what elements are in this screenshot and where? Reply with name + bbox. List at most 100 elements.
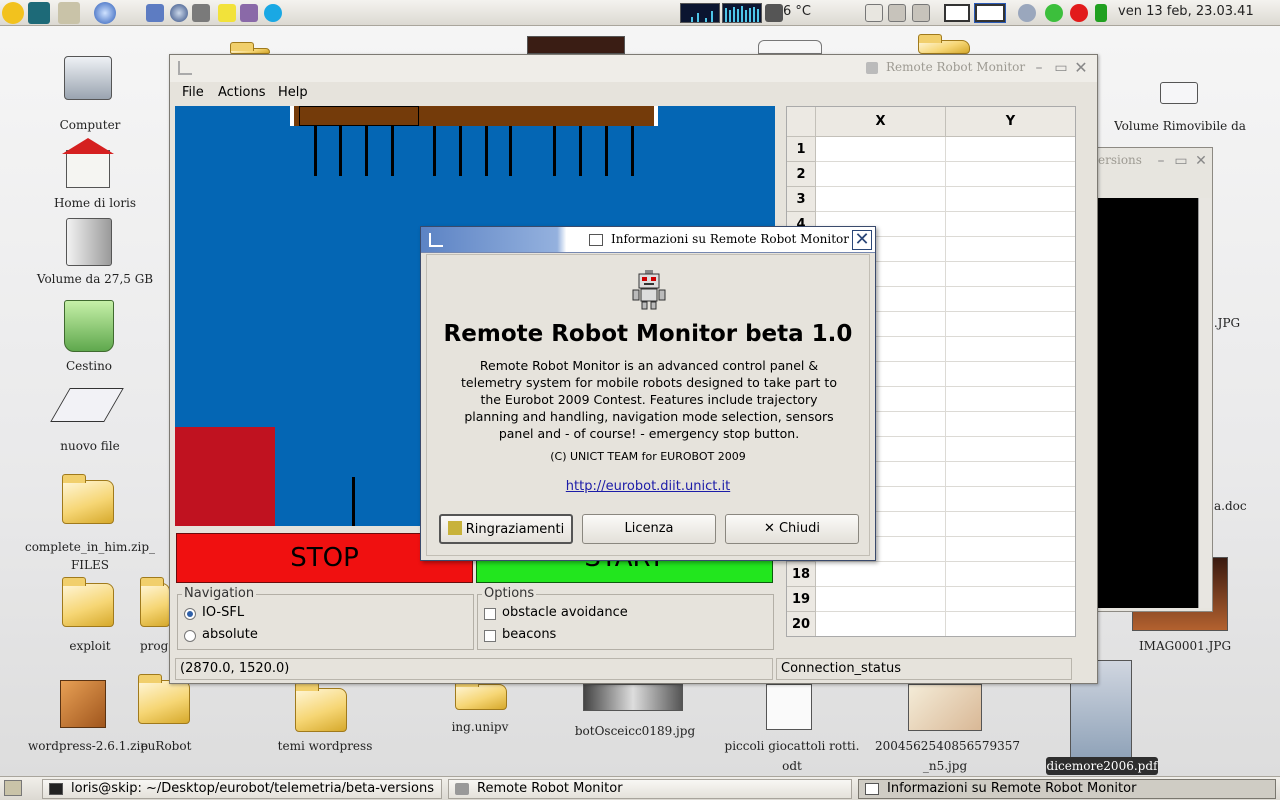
desktop-icon-label[interactable]: a.doc bbox=[1214, 497, 1247, 515]
table-cell[interactable] bbox=[816, 587, 946, 612]
title-bar[interactable]: Remote Robot Monitor – ▭ ✕ bbox=[170, 55, 1097, 82]
radio-io-sfl[interactable] bbox=[184, 608, 196, 620]
checkbox-label[interactable]: beacons bbox=[502, 627, 556, 642]
column-header-x[interactable]: X bbox=[816, 107, 946, 137]
folder-icon[interactable] bbox=[140, 577, 170, 627]
desktop-icon-label[interactable]: dicemore2006.pdf bbox=[1046, 757, 1158, 775]
table-cell[interactable] bbox=[946, 537, 1075, 562]
close-button[interactable]: ✕ bbox=[1074, 60, 1088, 76]
row-header[interactable]: 3 bbox=[787, 187, 816, 212]
scrollbar[interactable] bbox=[1198, 198, 1212, 608]
folder-icon[interactable] bbox=[918, 34, 970, 54]
table-cell[interactable] bbox=[946, 512, 1075, 537]
row-header[interactable]: 1 bbox=[787, 137, 816, 162]
maximize-button[interactable]: ▭ bbox=[1174, 154, 1188, 168]
table-cell[interactable] bbox=[946, 212, 1075, 237]
table-cell[interactable] bbox=[946, 362, 1075, 387]
table-cell[interactable] bbox=[946, 187, 1075, 212]
desktop-icon-label[interactable]: odt bbox=[772, 757, 812, 775]
close-dialog-button[interactable]: ✕ Chiudi bbox=[725, 514, 859, 544]
editor-launcher-icon[interactable] bbox=[146, 4, 164, 22]
stop-status-icon[interactable] bbox=[1070, 4, 1088, 22]
table-cell[interactable] bbox=[946, 462, 1075, 487]
zip-archive-icon[interactable] bbox=[60, 680, 106, 728]
desktop-icon-label[interactable]: IMAG0001.JPG bbox=[1130, 637, 1240, 655]
workspace-icon[interactable] bbox=[865, 4, 883, 22]
drive-icon[interactable] bbox=[66, 218, 112, 266]
credits-button[interactable]: Ringraziamenti bbox=[439, 514, 573, 544]
folder-icon[interactable] bbox=[455, 678, 507, 710]
checkbox-beacons[interactable] bbox=[484, 630, 496, 642]
close-button[interactable]: ✕ bbox=[852, 230, 872, 250]
table-cell[interactable] bbox=[816, 562, 946, 587]
desktop-icon-label[interactable]: exploit bbox=[60, 637, 120, 655]
file-manager-launcher-icon[interactable] bbox=[58, 2, 80, 24]
workspace-switcher-1[interactable] bbox=[944, 4, 970, 22]
computer-icon[interactable] bbox=[64, 56, 112, 100]
sticky-notes-launcher-icon[interactable] bbox=[218, 4, 236, 22]
desktop-icon[interactable] bbox=[758, 40, 822, 54]
table-cell[interactable] bbox=[946, 137, 1075, 162]
radio-label[interactable]: IO-SFL bbox=[202, 605, 244, 620]
minimize-button[interactable]: – bbox=[1154, 154, 1168, 168]
desktop-icon-label[interactable]: _n5.jpg bbox=[920, 757, 970, 775]
applet-icon[interactable] bbox=[888, 4, 906, 22]
table-cell[interactable] bbox=[946, 487, 1075, 512]
folder-icon[interactable] bbox=[138, 674, 190, 724]
desktop-icon-label[interactable]: euRobot bbox=[136, 737, 196, 755]
dialog-title-bar[interactable]: Informazioni su Remote Robot Monitor ✕ bbox=[421, 227, 875, 253]
removable-drive-icon[interactable] bbox=[1160, 82, 1198, 104]
photo-thumbnail[interactable] bbox=[583, 684, 683, 711]
table-cell[interactable] bbox=[946, 437, 1075, 462]
desktop-icon-label[interactable]: temi wordpress bbox=[270, 737, 380, 755]
desktop-icon-label[interactable]: 2004562540856579357 bbox=[875, 737, 1020, 755]
trash-icon[interactable] bbox=[64, 300, 114, 352]
close-button[interactable]: ✕ bbox=[1194, 154, 1208, 168]
row-header[interactable]: 2 bbox=[787, 162, 816, 187]
row-header[interactable]: 19 bbox=[787, 587, 816, 612]
desktop-icon-label[interactable]: prog bbox=[140, 637, 170, 655]
gimp-launcher-icon[interactable] bbox=[240, 4, 258, 22]
skype-launcher-icon[interactable] bbox=[264, 4, 282, 22]
desktop-icon-label[interactable]: piccoli giocattoli rotti. bbox=[722, 737, 862, 755]
applet-icon[interactable] bbox=[912, 4, 930, 22]
minimize-button[interactable]: – bbox=[1032, 61, 1046, 75]
table-cell[interactable] bbox=[946, 412, 1075, 437]
row-header[interactable]: 18 bbox=[787, 562, 816, 587]
table-cell[interactable] bbox=[816, 137, 946, 162]
taskbar-item-about-dialog[interactable]: Informazioni su Remote Robot Monitor bbox=[858, 779, 1276, 799]
browser-launcher-icon[interactable] bbox=[94, 2, 116, 24]
checkbox-obstacle-avoidance[interactable] bbox=[484, 608, 496, 620]
menu-help[interactable]: Help bbox=[278, 85, 308, 100]
desktop-icon-label[interactable]: nuovo file bbox=[50, 437, 130, 455]
radio-absolute[interactable] bbox=[184, 630, 196, 642]
table-cell[interactable] bbox=[816, 187, 946, 212]
desktop-icon-label[interactable]: botOsceicc0189.jpg bbox=[570, 722, 700, 740]
table-cell[interactable] bbox=[946, 587, 1075, 612]
window-menu-icon[interactable] bbox=[429, 233, 443, 247]
folder-icon[interactable] bbox=[62, 474, 114, 524]
desktop-icon-label[interactable]: Home di loris bbox=[45, 194, 145, 212]
desktop-icon-label[interactable]: Computer bbox=[50, 116, 130, 134]
table-cell[interactable] bbox=[946, 312, 1075, 337]
folder-icon[interactable] bbox=[295, 682, 347, 732]
window-menu-icon[interactable] bbox=[178, 61, 192, 75]
desktop-icon-label[interactable]: complete_in_him.zip_ bbox=[20, 538, 160, 556]
show-desktop-icon[interactable] bbox=[4, 780, 22, 796]
table-cell[interactable] bbox=[946, 562, 1075, 587]
notes-launcher-icon[interactable] bbox=[192, 4, 210, 22]
menu-file[interactable]: File bbox=[182, 85, 204, 100]
table-cell[interactable] bbox=[816, 612, 946, 636]
maximize-button[interactable]: ▭ bbox=[1054, 61, 1068, 75]
network-status-icon[interactable] bbox=[1018, 4, 1036, 22]
desktop-icon-label[interactable]: .JPG bbox=[1212, 314, 1242, 332]
desktop-icon-label[interactable]: Volume Rimovibile da bbox=[1110, 117, 1250, 135]
table-cell[interactable] bbox=[946, 287, 1075, 312]
workspace-switcher-2[interactable] bbox=[974, 3, 1006, 23]
clock[interactable]: ven 13 feb, 23.03.41 bbox=[1118, 4, 1254, 19]
table-cell[interactable] bbox=[946, 387, 1075, 412]
taskbar-item-terminal[interactable]: loris@skip: ~/Desktop/eurobot/telemetria… bbox=[42, 779, 442, 799]
table-cell[interactable] bbox=[946, 262, 1075, 287]
terminal-launcher-icon[interactable] bbox=[28, 2, 50, 24]
checkbox-label[interactable]: obstacle avoidance bbox=[502, 605, 628, 620]
